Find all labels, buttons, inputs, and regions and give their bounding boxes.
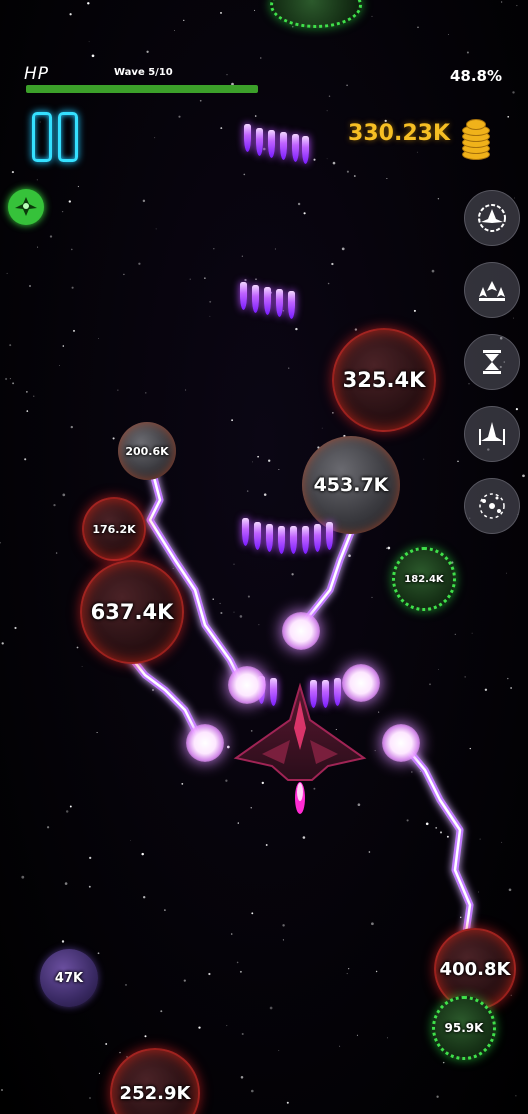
- enemy-virus: 182.4K: [392, 547, 456, 611]
- coin-stack-icon: [458, 113, 496, 160]
- coin-balance: 330.23K: [348, 121, 450, 146]
- enemy-rock: 453.7K: [302, 436, 400, 534]
- hp-bar: [26, 85, 258, 93]
- pause-icon: [58, 112, 78, 162]
- enemy-hp-label: 252.9K: [119, 1082, 191, 1104]
- enemy-rock: 47K: [40, 949, 98, 1007]
- pause-button[interactable]: [32, 112, 80, 162]
- missile-barrage-icon: [479, 281, 505, 301]
- hourglass-slow-icon: [483, 350, 501, 374]
- fighter-formation-button[interactable]: [464, 406, 520, 462]
- shield-ring-button[interactable]: [464, 190, 520, 246]
- enemy-rock: 200.6K: [118, 422, 176, 480]
- enemy-hp-label: 95.9K: [444, 1021, 484, 1035]
- enemy-hp-label: 182.4K: [404, 573, 444, 585]
- enemy-rock: 325.4K: [332, 328, 436, 432]
- bomber-ship-skill-icon[interactable]: [8, 189, 44, 225]
- orbital-drones-button[interactable]: [464, 478, 520, 534]
- enemy-rock: 176.2K: [82, 497, 146, 561]
- missile-barrage-button[interactable]: [464, 262, 520, 318]
- enemy-virus: 95.9K: [432, 996, 496, 1060]
- level-progress-percent: 48.8%: [449, 67, 502, 85]
- enemy-hp-label: 400.8K: [439, 958, 511, 980]
- hp-bar-fill: [26, 85, 258, 93]
- fighter-formation-icon: [479, 422, 505, 445]
- lightning-impact-orb: [186, 724, 224, 762]
- enemy-hp-label: 637.4K: [90, 600, 174, 624]
- pause-icon: [32, 112, 52, 162]
- shield-ring-icon: [478, 204, 506, 232]
- enemy-hp-label: 176.2K: [92, 522, 136, 536]
- player-ship[interactable]: [232, 680, 368, 820]
- enemy-rock: 637.4K: [80, 560, 184, 664]
- hourglass-slow-button[interactable]: [464, 334, 520, 390]
- hp-label: HP: [24, 64, 50, 84]
- lightning-impact-orb: [382, 724, 420, 762]
- wave-counter: Wave 5/10: [114, 67, 173, 78]
- game-stage[interactable]: 325.4K 200.6K 453.7K 176.2K 182.4K 637.4…: [0, 0, 528, 1114]
- enemy-hp-label: 200.6K: [125, 444, 169, 458]
- orbital-drones-icon: [479, 493, 505, 519]
- enemy-hp-label: 453.7K: [313, 474, 389, 496]
- enemy-hp-label: 47K: [54, 970, 84, 986]
- lightning-impact-orb: [282, 612, 320, 650]
- enemy-hp-label: 325.4K: [342, 368, 426, 392]
